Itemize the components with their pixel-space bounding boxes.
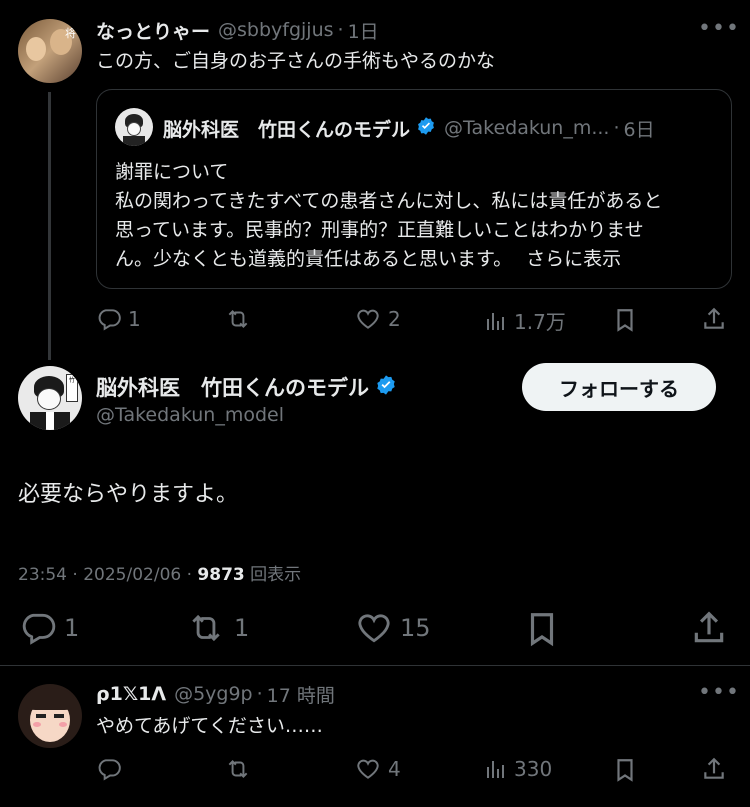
share-icon — [701, 755, 727, 783]
bookmark-icon — [523, 608, 561, 650]
reply-bottom-views-button[interactable]: 330 — [484, 756, 552, 782]
reply-bottom-handle[interactable]: @5yg9p — [174, 683, 253, 705]
heart-icon — [354, 609, 394, 647]
main-meta: 23:54 · 2025/02/06 · 9873 回表示 — [18, 560, 301, 585]
reply-bottom-avatar[interactable] — [18, 684, 82, 748]
reply-bottom-reply-button[interactable] — [96, 756, 122, 782]
reply-bottom-retweet-button[interactable] — [224, 756, 252, 782]
reply-icon — [18, 609, 58, 647]
analytics-icon — [484, 756, 508, 782]
quote-name: 脳外科医 竹田くんのモデル — [163, 118, 411, 141]
like-count: 2 — [388, 307, 401, 331]
views-count: 330 — [514, 757, 553, 781]
thread-line — [48, 92, 51, 360]
quote-handle: @Takedakun_m... — [444, 117, 610, 139]
show-more-link[interactable]: さらに表示 — [526, 248, 621, 270]
reply-top-share-button[interactable] — [701, 305, 727, 333]
quote-line: 私の関わってきたすべての患者さんに対し、私には責任があると — [115, 190, 663, 212]
reply-top-time[interactable]: 1日 — [348, 17, 379, 44]
main-text: 必要ならやりますよ。 — [18, 482, 239, 507]
main-name[interactable]: 脳外科医 竹田くんのモデル — [96, 372, 369, 402]
reply-top-like-button[interactable]: 2 — [354, 306, 401, 332]
reply-bottom-header: ρ1𝕏1Λ @5yg9p · 17 時間 — [96, 681, 335, 707]
more-options-icon[interactable]: ••• — [698, 680, 740, 705]
main-avatar[interactable]: 竹 — [18, 366, 82, 430]
reply-icon — [96, 756, 122, 782]
bookmark-icon — [612, 306, 638, 334]
more-options-icon[interactable]: ••• — [698, 16, 740, 41]
reply-icon — [96, 306, 122, 332]
reply-top-reply-button[interactable]: 1 — [96, 306, 141, 332]
follow-button[interactable]: フォローする — [522, 363, 716, 411]
reply-bottom-share-button[interactable] — [701, 755, 727, 783]
retweet-icon — [184, 609, 228, 647]
main-date[interactable]: 2025/02/06 — [83, 565, 181, 585]
main-like-button[interactable]: 15 — [354, 609, 431, 647]
reply-bottom-name[interactable]: ρ1𝕏1Λ — [96, 683, 166, 705]
reply-top-handle[interactable]: @sbbyfgjjus — [218, 19, 334, 41]
dot-separator: · — [72, 565, 84, 585]
dot-separator: · — [256, 683, 263, 705]
reply-top-text: この方、ご自身のお子さんの手術もやるのかな — [96, 50, 496, 72]
divider — [0, 665, 750, 666]
analytics-icon — [484, 308, 508, 334]
reply-top-views-button[interactable]: 1.7万 — [484, 306, 566, 335]
main-time[interactable]: 23:54 — [18, 565, 67, 585]
heart-icon — [354, 756, 382, 782]
heart-icon — [354, 306, 382, 332]
quote-line: 思っています。民事的？刑事的？正直難しいことはわかりませ — [115, 219, 644, 241]
dot-separator: · — [337, 19, 344, 41]
reply-count: 1 — [128, 307, 141, 331]
quote-card[interactable]: 脳外科医 竹田くんのモデル @Takedakun_m... · 6日 謝罪につい… — [96, 89, 732, 289]
main-share-button[interactable] — [690, 607, 728, 649]
quote-line: 謝罪について — [115, 161, 229, 183]
reply-bottom-time[interactable]: 17 時間 — [267, 681, 335, 708]
retweet-icon — [224, 306, 252, 332]
reply-top-name[interactable]: なっとりゃー — [96, 17, 210, 44]
main-retweet-button[interactable]: 1 — [184, 609, 249, 647]
main-like-count: 15 — [400, 614, 431, 642]
reply-top-retweet-button[interactable] — [224, 306, 252, 332]
main-reply-count: 1 — [64, 614, 80, 642]
verified-badge-icon — [416, 116, 436, 141]
dot-separator: · — [613, 117, 620, 139]
share-icon — [690, 607, 728, 649]
main-reply-button[interactable]: 1 — [18, 609, 79, 647]
quote-avatar — [115, 108, 153, 146]
quote-time: 6日 — [623, 118, 655, 141]
quote-header: 脳外科医 竹田くんのモデル @Takedakun_m... · 6日 — [163, 114, 655, 142]
main-retweet-count: 1 — [234, 614, 250, 642]
main-views-label: 回表示 — [250, 565, 302, 585]
quote-line: ん。少なくとも道義的責任はあると思います。 — [115, 248, 513, 270]
bookmark-icon — [612, 756, 638, 784]
main-handle[interactable]: @Takedakun_model — [96, 404, 284, 426]
quote-body: 謝罪について 私の関わってきたすべての患者さんに対し、私には責任があると 思って… — [115, 158, 721, 274]
main-bookmark-button[interactable] — [523, 608, 561, 650]
reply-top-header: なっとりゃー @sbbyfgjjus · 1日 — [96, 17, 379, 43]
dot-separator: · — [186, 565, 198, 585]
main-name-row: 脳外科医 竹田くんのモデル — [96, 372, 397, 402]
views-count: 1.7万 — [514, 310, 566, 334]
avatar-kanji: 将 — [65, 27, 76, 40]
retweet-icon — [224, 756, 252, 782]
main-views-count: 9873 — [197, 565, 245, 585]
share-icon — [701, 305, 727, 333]
like-count: 4 — [388, 757, 401, 781]
reply-bottom-like-button[interactable]: 4 — [354, 756, 401, 782]
reply-top-avatar[interactable]: 将 — [18, 19, 82, 83]
reply-bottom-bookmark-button[interactable] — [612, 756, 638, 784]
verified-badge-icon — [375, 374, 397, 401]
reply-bottom-text: やめてあげてください…… — [96, 715, 323, 737]
reply-top-bookmark-button[interactable] — [612, 306, 638, 334]
